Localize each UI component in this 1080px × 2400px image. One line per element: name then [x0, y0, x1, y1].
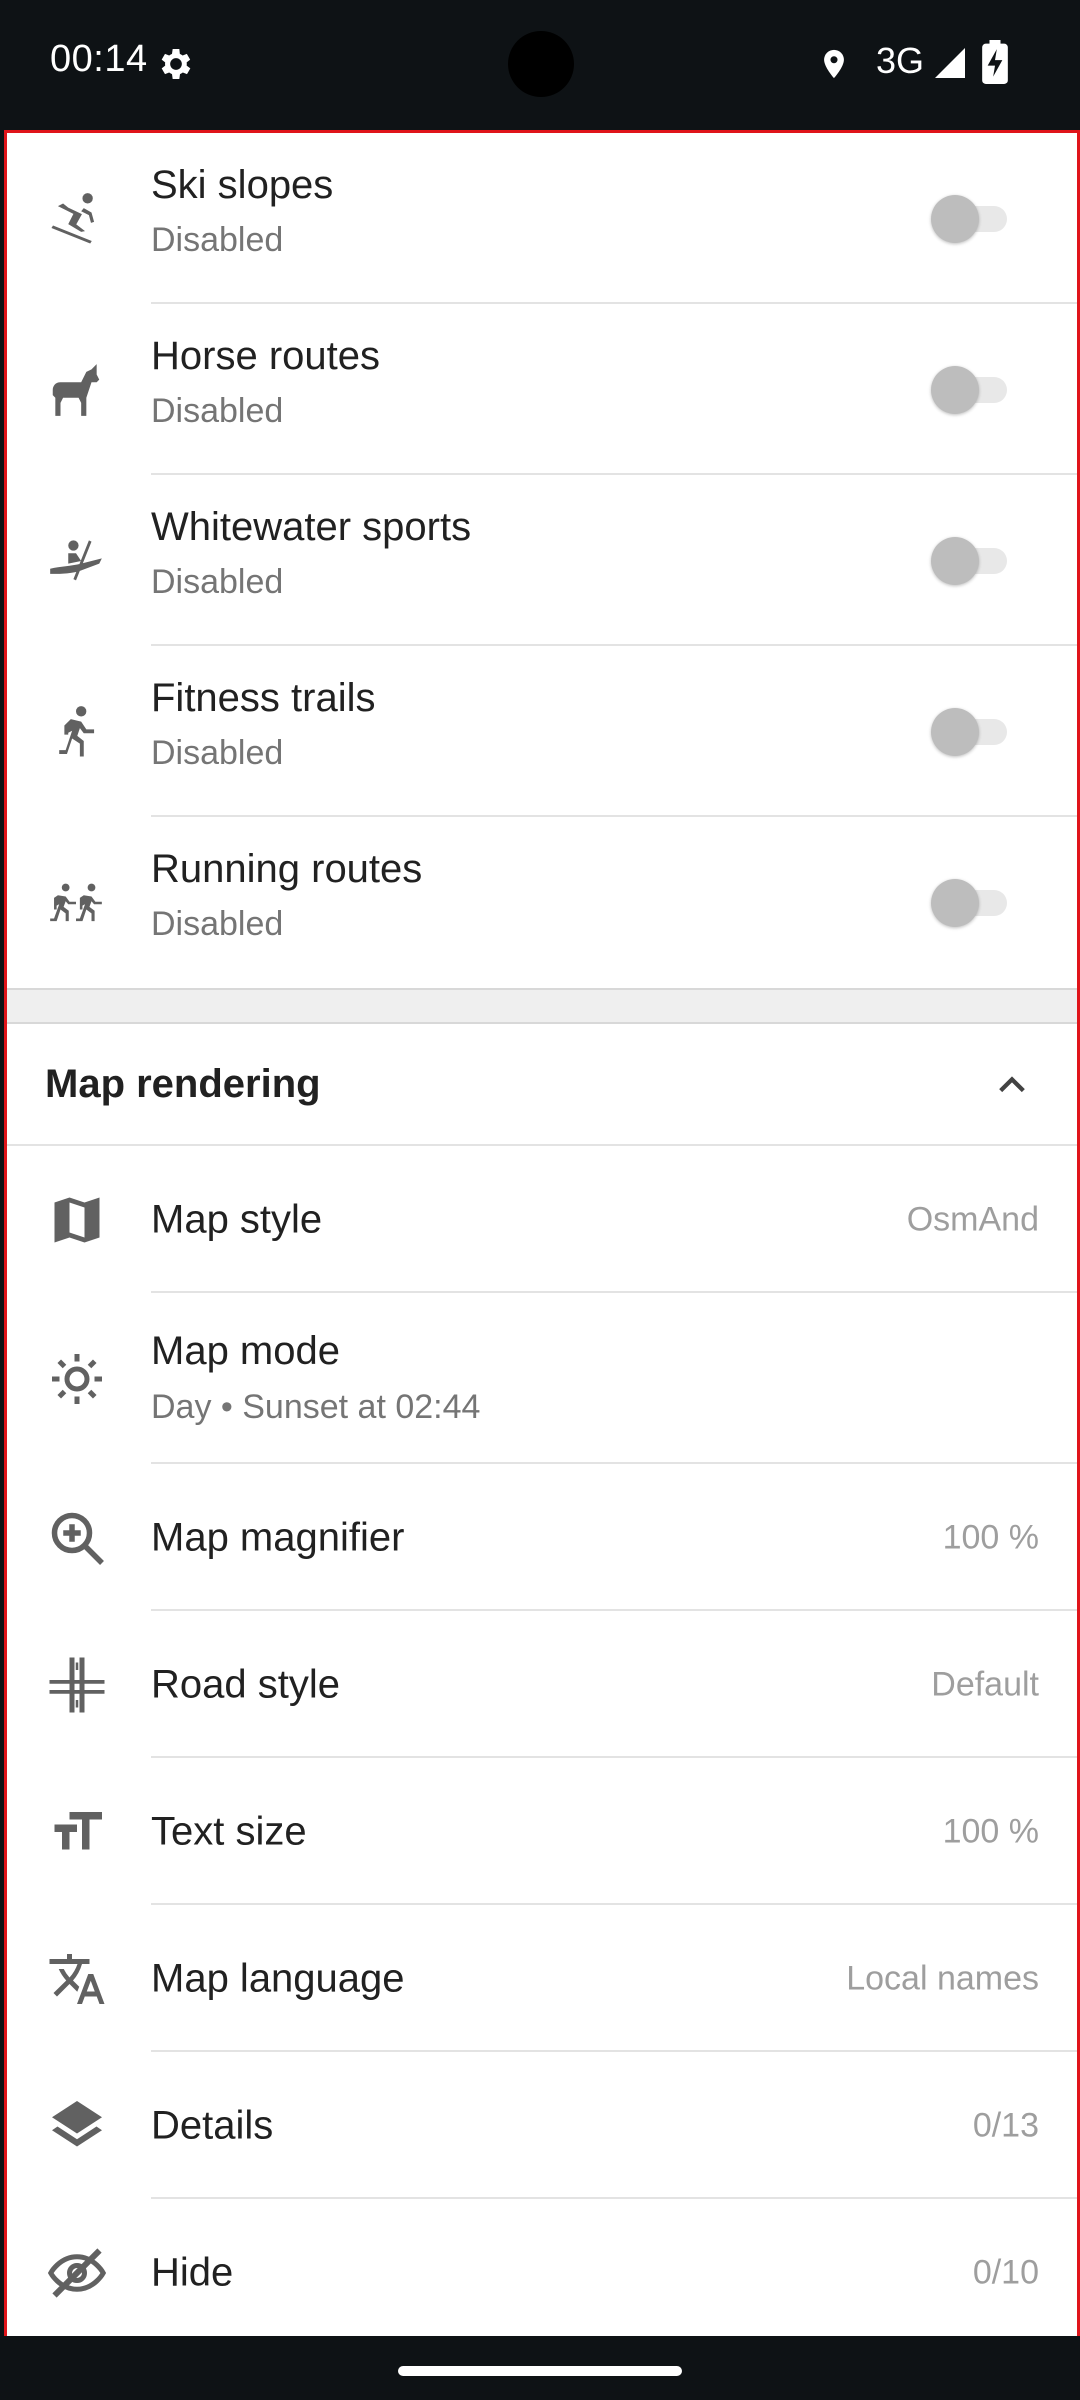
hide-row[interactable]: Hide 0/10 — [7, 2199, 1077, 2336]
network-type: 3G — [876, 40, 925, 81]
route-title: Whitewater sports — [151, 505, 472, 549]
whitewater-sports-toggle[interactable] — [931, 533, 1015, 589]
section-title: Map rendering — [45, 1062, 321, 1106]
battery-charging-icon — [982, 40, 1008, 84]
route-status: Disabled — [151, 563, 284, 601]
fitness-trails-toggle[interactable] — [931, 704, 1015, 760]
setting-value: Local names — [846, 1959, 1039, 1997]
setting-value: Default — [931, 1665, 1039, 1703]
kayak-icon — [45, 530, 107, 592]
setting-title: Hide — [151, 2250, 234, 2294]
route-title: Fitness trails — [151, 676, 376, 720]
camera-cutout — [508, 31, 574, 97]
setting-value: 0/10 — [972, 2253, 1039, 2291]
route-status: Disabled — [151, 905, 284, 943]
settings-panel: Ski slopes Disabled Horse routes Disable… — [4, 130, 1080, 2339]
map-style-row[interactable]: Map style OsmAnd — [7, 1146, 1077, 1293]
runners-icon — [45, 872, 107, 934]
magnifier-icon — [47, 1508, 107, 1568]
map-rendering-header[interactable]: Map rendering — [7, 1024, 1077, 1146]
map-magnifier-row[interactable]: Map magnifier 100 % — [7, 1464, 1077, 1611]
road-style-row[interactable]: Road style Default — [7, 1611, 1077, 1758]
chevron-up-icon[interactable] — [995, 1068, 1029, 1102]
setting-value: 100 % — [942, 1812, 1039, 1850]
setting-value: 100 % — [942, 1518, 1039, 1556]
horse-routes-toggle[interactable] — [931, 362, 1015, 418]
horse-icon — [45, 359, 107, 421]
sun-icon — [47, 1349, 107, 1409]
details-row[interactable]: Details 0/13 — [7, 2052, 1077, 2199]
route-status: Disabled — [151, 392, 284, 430]
route-status: Disabled — [151, 221, 284, 259]
route-title: Horse routes — [151, 334, 380, 378]
layers-icon — [47, 2096, 107, 2156]
map-mode-row[interactable]: Map mode Day • Sunset at 02:44 — [7, 1293, 1077, 1464]
text-size-row[interactable]: Text size 100 % — [7, 1758, 1077, 1905]
map-language-row[interactable]: Map language Local names — [7, 1905, 1077, 2052]
route-status: Disabled — [151, 734, 284, 772]
setting-title: Map style — [151, 1197, 323, 1241]
gesture-handle[interactable] — [398, 2366, 682, 2376]
route-row-fitness-trails[interactable]: Fitness trails Disabled — [7, 646, 1077, 817]
route-row-horse-routes[interactable]: Horse routes Disabled — [7, 304, 1077, 475]
text-size-icon — [47, 1802, 107, 1862]
setting-title: Map language — [151, 1956, 405, 2000]
setting-value: 0/13 — [972, 2106, 1039, 2144]
setting-title: Map magnifier — [151, 1515, 405, 1559]
location-icon — [817, 44, 851, 84]
ski-slopes-toggle[interactable] — [931, 191, 1015, 247]
translate-icon — [47, 1949, 107, 2009]
signal-icon — [932, 44, 968, 82]
status-time: 00:14 — [50, 38, 148, 80]
route-row-whitewater-sports[interactable]: Whitewater sports Disabled — [7, 475, 1077, 646]
route-row-ski-slopes[interactable]: Ski slopes Disabled — [7, 133, 1077, 304]
setting-subtitle: Day • Sunset at 02:44 — [151, 1388, 481, 1426]
setting-title: Text size — [151, 1809, 307, 1853]
settings-gear-icon — [156, 44, 196, 84]
road-icon — [47, 1655, 107, 1715]
setting-title: Details — [151, 2103, 274, 2147]
setting-title: Map mode — [151, 1329, 340, 1373]
skier-icon — [45, 188, 107, 250]
running-routes-toggle[interactable] — [931, 875, 1015, 931]
route-title: Running routes — [151, 847, 423, 891]
route-row-running-routes[interactable]: Running routes Disabled — [7, 817, 1077, 988]
route-title: Ski slopes — [151, 163, 334, 207]
map-icon — [47, 1190, 107, 1250]
navigation-bar — [0, 2336, 1080, 2400]
setting-title: Road style — [151, 1662, 340, 1706]
section-separator — [7, 988, 1077, 1024]
status-bar: 00:14 3G — [0, 0, 1080, 128]
eye-off-icon — [47, 2243, 107, 2303]
setting-value: OsmAnd — [906, 1200, 1039, 1238]
runner-icon — [45, 701, 107, 763]
